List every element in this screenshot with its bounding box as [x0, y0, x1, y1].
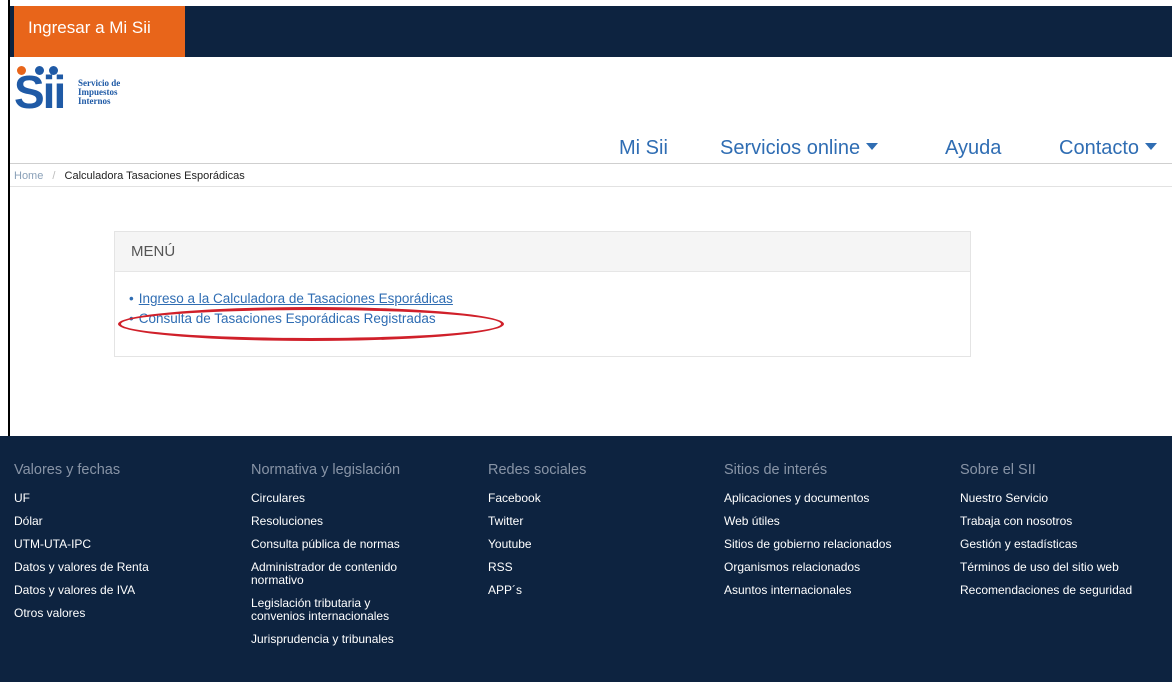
footer-link[interactable]: Facebook [488, 491, 541, 505]
footer-link[interactable]: Otros valores [14, 606, 85, 620]
bullet-icon: • [129, 291, 134, 306]
footer-link[interactable]: Nuestro Servicio [960, 491, 1048, 505]
footer-link[interactable]: Circulares [251, 491, 305, 505]
footer-link[interactable]: Jurisprudencia y tribunales [251, 632, 394, 646]
login-button[interactable]: Ingresar a Mi Sii [14, 6, 185, 57]
footer-link[interactable]: RSS [488, 560, 513, 574]
breadcrumb-separator: / [52, 170, 56, 182]
nav-item-contacto[interactable]: Contacto [1059, 137, 1158, 160]
logo-wordmark: Sii [14, 66, 66, 118]
footer-column-normativa: Normativa y legislación Circulares Resol… [251, 462, 451, 656]
footer-link[interactable]: APP´s [488, 583, 522, 597]
footer-link[interactable]: Gestión y estadísticas [960, 537, 1077, 551]
footer-link[interactable]: Asuntos internacionales [724, 583, 851, 597]
nav-item-servicios-online[interactable]: Servicios online [720, 137, 879, 160]
top-bar: Ingresar a Mi Sii [10, 6, 1172, 57]
footer: Valores y fechas UF Dólar UTM-UTA-IPC Da… [0, 436, 1172, 682]
nav-divider [10, 163, 1172, 164]
footer-link[interactable]: Dólar [14, 514, 43, 528]
breadcrumb: Home / Calculadora Tasaciones Esporádica… [14, 170, 245, 182]
footer-link[interactable]: Twitter [488, 514, 523, 528]
footer-link[interactable]: Datos y valores de Renta [14, 560, 149, 574]
footer-column-sitios: Sitios de interés Aplicaciones y documen… [724, 462, 934, 607]
footer-link[interactable]: Datos y valores de IVA [14, 583, 135, 597]
footer-link[interactable]: Resoluciones [251, 514, 323, 528]
annotation-ellipse [118, 307, 504, 341]
footer-link[interactable]: Youtube [488, 537, 532, 551]
caret-down-icon [866, 143, 879, 151]
footer-column-title: Sitios de interés [724, 462, 828, 478]
footer-column-redes: Redes sociales Facebook Twitter Youtube … [488, 462, 688, 607]
footer-column-title: Normativa y legislación [251, 462, 401, 478]
footer-link[interactable]: Web útiles [724, 514, 780, 528]
footer-link[interactable]: UF [14, 491, 30, 505]
breadcrumb-home[interactable]: Home [14, 170, 43, 182]
footer-column-title: Sobre el SII [960, 462, 1036, 478]
footer-link[interactable]: Sitios de gobierno relacionados [724, 537, 891, 551]
menu-item: • Ingreso a la Calculadora de Tasaciones … [129, 289, 970, 309]
frame-border [8, 0, 10, 436]
nav-item-ayuda[interactable]: Ayuda [945, 137, 1001, 160]
footer-column-title: Redes sociales [488, 462, 587, 478]
footer-column-valores: Valores y fechas UF Dólar UTM-UTA-IPC Da… [14, 462, 214, 630]
footer-link[interactable]: Consulta pública de normas [251, 537, 400, 551]
main-nav: Mi Sii Servicios online Ayuda Contacto [0, 137, 1172, 163]
nav-item-mi-sii[interactable]: Mi Sii [619, 137, 668, 160]
footer-column-title: Valores y fechas [14, 462, 121, 478]
breadcrumb-divider [10, 186, 1172, 187]
footer-column-sobre: Sobre el SII Nuestro Servicio Trabaja co… [960, 462, 1170, 607]
footer-link[interactable]: Administrador de contenido normativo [251, 560, 397, 587]
logo-name: Servicio de Impuestos Internos [78, 78, 121, 106]
menu-link-ingreso-calculadora[interactable]: Ingreso a la Calculadora de Tasaciones E… [139, 291, 453, 306]
footer-link[interactable]: Legislación tributaria y convenios inter… [251, 596, 389, 623]
footer-link[interactable]: Recomendaciones de seguridad [960, 583, 1132, 597]
breadcrumb-current: Calculadora Tasaciones Esporádicas [64, 170, 245, 182]
footer-link[interactable]: Trabaja con nosotros [960, 514, 1072, 528]
footer-link[interactable]: Organismos relacionados [724, 560, 860, 574]
footer-link[interactable]: UTM-UTA-IPC [14, 537, 91, 551]
footer-link[interactable]: Términos de uso del sitio web [960, 560, 1119, 574]
menu-title: MENÚ [115, 232, 970, 272]
caret-down-icon [1145, 143, 1158, 151]
footer-link[interactable]: Aplicaciones y documentos [724, 491, 869, 505]
